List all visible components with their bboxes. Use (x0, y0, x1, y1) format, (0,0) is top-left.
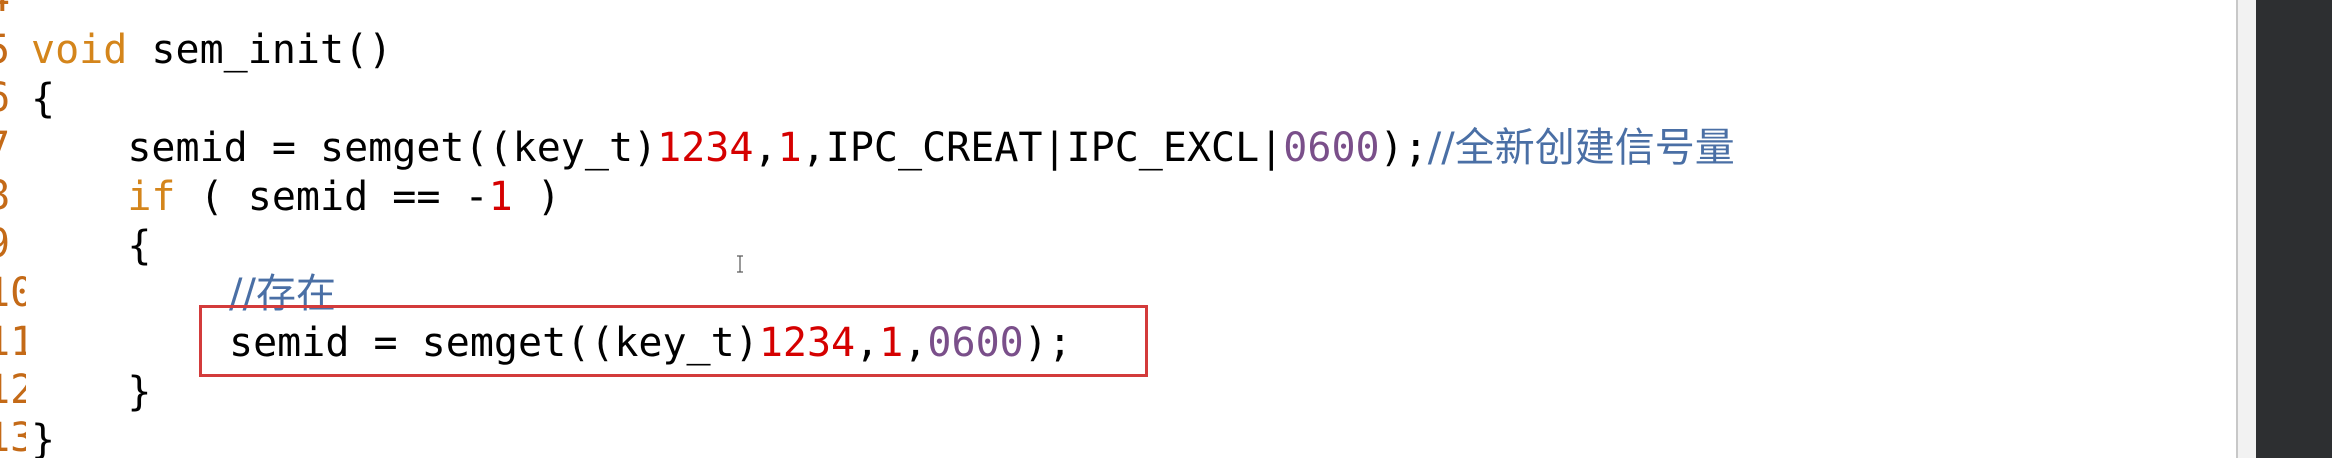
code-token-plain: semid = semget((key_t) (31, 125, 658, 171)
code-token-num: 1234 (657, 125, 754, 171)
code-line[interactable]: if ( semid == -1 ) (31, 173, 561, 221)
code-token-plain: { (31, 223, 152, 269)
code-editor[interactable]: 45678910111213 void sem_init(){ semid = … (0, 0, 2236, 458)
line-number: 5 (0, 26, 10, 74)
line-number: 12 (0, 367, 26, 413)
side-panel (2256, 0, 2332, 458)
code-line[interactable]: } (31, 368, 151, 416)
code-line[interactable]: { (31, 222, 151, 270)
highlight-annotation-box (199, 305, 1148, 377)
code-token-num: 1 (777, 125, 802, 171)
line-number: 8 (0, 172, 10, 220)
code-token-plain: ); (1379, 125, 1428, 171)
code-token-plain: ( semid == - (175, 174, 489, 220)
line-number: 4 (0, 0, 10, 22)
code-token-plain: ) (512, 174, 561, 220)
code-token-num: 1 (488, 174, 513, 220)
code-line[interactable]: void sem_init() (31, 26, 392, 74)
code-token-plain: } (31, 417, 56, 458)
code-token-comment: //全新创建信号量 (1427, 125, 1735, 171)
code-line[interactable]: semid = semget((key_t)1234,1,IPC_CREAT|I… (31, 124, 1735, 172)
line-number: 6 (0, 74, 10, 122)
code-token-kw: if (127, 174, 176, 220)
code-token-oct: 0600 (1283, 125, 1380, 171)
line-number: 10 (0, 270, 26, 316)
line-number-gutter: 4 5678910111213 (0, 0, 26, 458)
code-token-plain: { (31, 76, 56, 122)
code-token-plain: , (753, 125, 778, 171)
code-token-kw: void (31, 27, 128, 73)
line-number: 7 (0, 123, 10, 171)
code-token-plain: } (31, 369, 152, 415)
code-line[interactable]: { (31, 75, 55, 123)
vertical-scrollbar[interactable] (2238, 0, 2256, 458)
code-token-plain: ,IPC_CREAT|IPC_EXCL| (801, 125, 1284, 171)
line-number: 9 (0, 220, 10, 268)
i-beam-cursor-icon (737, 255, 743, 273)
line-number: 11 (0, 319, 26, 365)
line-number: 13 (0, 415, 26, 458)
code-token-plain: sem_init() (127, 27, 393, 73)
code-line[interactable]: } (31, 416, 55, 458)
